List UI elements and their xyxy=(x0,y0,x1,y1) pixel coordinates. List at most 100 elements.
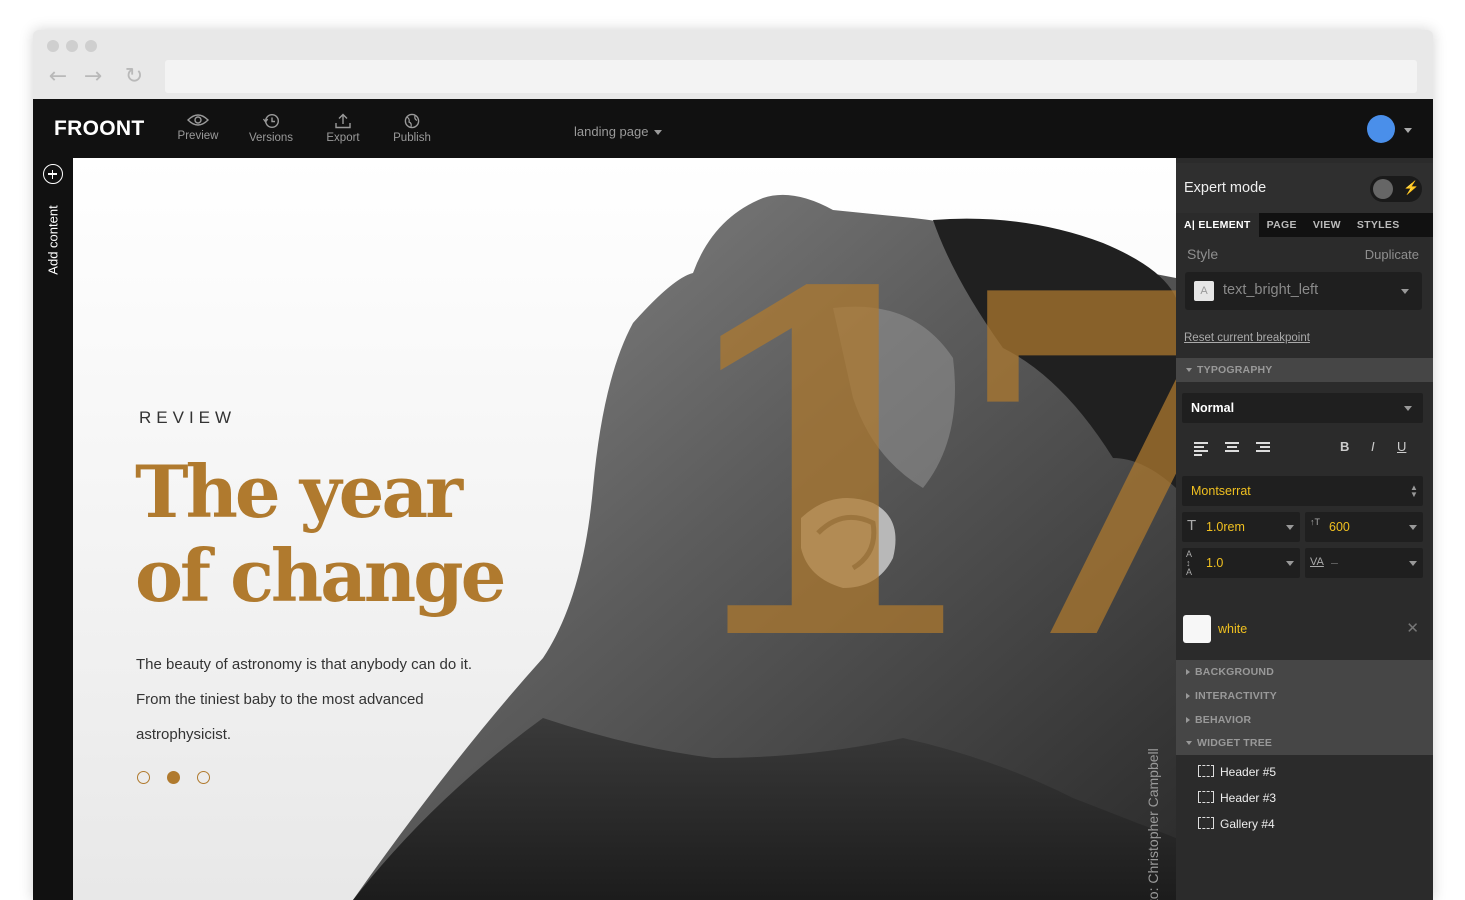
body-line-2: From the tiniest baby to the most advanc… xyxy=(136,691,424,708)
style-select[interactable]: A text_bright_left xyxy=(1185,272,1422,310)
tree-item-gallery-4[interactable]: Gallery #4 xyxy=(1198,817,1275,831)
align-center-icon[interactable] xyxy=(1225,442,1239,454)
widget-frame-icon xyxy=(1198,791,1214,803)
photo-credit: Photo: Christopher Campbell xyxy=(1145,748,1161,900)
upload-icon xyxy=(335,113,351,129)
add-content-plus-icon[interactable] xyxy=(43,164,63,184)
slider-pagination xyxy=(137,771,210,784)
export-button[interactable]: Export xyxy=(308,113,378,144)
widget-frame-icon xyxy=(1198,817,1214,829)
forward-arrow-icon[interactable]: → xyxy=(80,64,106,90)
account-menu-chevron-down-icon[interactable] xyxy=(1404,128,1412,133)
toggle-knob xyxy=(1373,179,1393,199)
preview-button[interactable]: Preview xyxy=(163,113,233,142)
hero-headline[interactable]: The year of change xyxy=(135,450,555,618)
tab-element[interactable]: A| ELEMENT xyxy=(1176,213,1259,237)
eye-icon xyxy=(187,114,209,126)
text-style-value: Normal xyxy=(1191,401,1235,415)
line-height-field[interactable]: A ↕ A 1.0 xyxy=(1182,548,1300,578)
panel-tabs: A| ELEMENT PAGE VIEW STYLES xyxy=(1176,213,1433,237)
font-family-value: Montserrat xyxy=(1191,484,1251,498)
reload-icon[interactable]: ↻ xyxy=(121,64,147,90)
chevron-down-icon xyxy=(1186,741,1192,746)
stepper-icon: ▲ ▼ xyxy=(1410,483,1418,499)
interactivity-section-header[interactable]: INTERACTIVITY xyxy=(1176,684,1433,708)
text-cursor-icon: A| xyxy=(1184,219,1196,231)
font-weight-field[interactable]: ↑T 600 xyxy=(1305,512,1423,542)
headline-line-1: The year xyxy=(135,449,463,534)
background-section-header[interactable]: BACKGROUND xyxy=(1176,660,1433,684)
chevron-down-icon xyxy=(1286,561,1294,566)
browser-window: ← → ↻ FROONT Preview Versions Export Pub… xyxy=(33,30,1433,900)
slider-dot-2[interactable] xyxy=(167,771,180,784)
big-number-17[interactable]: 17 xyxy=(663,233,1176,703)
font-size-value: 1.0rem xyxy=(1206,520,1245,534)
font-size-field[interactable]: T 1.0rem xyxy=(1182,512,1300,542)
history-icon xyxy=(262,113,280,129)
underline-button[interactable]: U xyxy=(1397,439,1406,454)
chevron-right-icon xyxy=(1186,669,1190,676)
chevron-right-icon xyxy=(1186,693,1190,700)
letter-spacing-value: – xyxy=(1331,556,1338,570)
expert-mode-toggle[interactable]: ⚡ xyxy=(1370,176,1422,202)
page-selector[interactable]: landing page xyxy=(574,124,663,139)
widget-tree-section-header[interactable]: WIDGET TREE xyxy=(1176,731,1433,755)
tree-item-header-3[interactable]: Header #3 xyxy=(1198,791,1276,805)
headline-line-2: of change xyxy=(135,533,506,618)
text-style-select[interactable]: Normal xyxy=(1182,393,1423,423)
avatar[interactable] xyxy=(1367,115,1395,143)
style-label: Style xyxy=(1187,246,1219,262)
review-eyebrow[interactable]: REVIEW xyxy=(139,408,236,428)
hero-body-text[interactable]: The beauty of astronomy is that anybody … xyxy=(136,647,516,752)
slider-dot-1[interactable] xyxy=(137,771,150,784)
duplicate-button[interactable]: Duplicate xyxy=(1365,247,1419,262)
chevron-down-icon xyxy=(1401,289,1409,294)
back-arrow-icon[interactable]: ← xyxy=(45,64,71,90)
globe-icon xyxy=(404,113,420,129)
expert-mode-row: Expert mode ⚡ xyxy=(1176,163,1433,213)
close-window-button[interactable] xyxy=(47,40,59,52)
page-selector-label: landing page xyxy=(574,124,649,139)
preview-label: Preview xyxy=(177,130,219,142)
tab-element-label: ELEMENT xyxy=(1198,219,1251,231)
font-size-icon: T xyxy=(1187,517,1197,534)
chevron-down-icon xyxy=(1186,368,1192,373)
font-weight-value: 600 xyxy=(1329,520,1350,534)
minimize-window-button[interactable] xyxy=(66,40,78,52)
tree-item-label: Header #5 xyxy=(1220,765,1277,779)
font-weight-icon: ↑T xyxy=(1310,517,1320,527)
address-bar[interactable] xyxy=(165,60,1417,93)
align-right-icon[interactable] xyxy=(1256,442,1270,454)
tree-item-header-5[interactable]: Header #5 xyxy=(1198,765,1276,779)
background-label: BACKGROUND xyxy=(1195,666,1274,678)
left-rail: Add content xyxy=(33,158,73,900)
tab-page[interactable]: PAGE xyxy=(1259,213,1305,237)
add-content-label[interactable]: Add content xyxy=(46,205,61,274)
bold-button[interactable]: B xyxy=(1340,439,1349,454)
chevron-down-icon xyxy=(1404,406,1412,411)
design-canvas[interactable]: 17 REVIEW The year of change The beauty … xyxy=(73,158,1176,900)
zoom-window-button[interactable] xyxy=(85,40,97,52)
properties-panel: Expert mode ⚡ A| ELEMENT PAGE VIEW STYLE… xyxy=(1176,158,1433,900)
text-color-value: white xyxy=(1218,622,1248,636)
text-color-swatch[interactable] xyxy=(1183,615,1211,643)
slider-dot-3[interactable] xyxy=(197,771,210,784)
font-family-select[interactable]: Montserrat ▲ ▼ xyxy=(1182,476,1423,506)
align-left-icon[interactable] xyxy=(1194,442,1208,458)
chevron-down-icon xyxy=(654,130,663,136)
widget-tree-label: WIDGET TREE xyxy=(1197,737,1273,749)
typography-section-header[interactable]: TYPOGRAPHY xyxy=(1176,358,1433,382)
letter-spacing-field[interactable]: VA – xyxy=(1305,548,1423,578)
publish-button[interactable]: Publish xyxy=(377,113,447,144)
reset-breakpoint-link[interactable]: Reset current breakpoint xyxy=(1184,332,1310,344)
versions-button[interactable]: Versions xyxy=(236,113,306,144)
tab-styles[interactable]: STYLES xyxy=(1349,213,1408,237)
lightning-icon: ⚡ xyxy=(1403,180,1420,195)
italic-button[interactable]: I xyxy=(1371,439,1375,454)
tab-view[interactable]: VIEW xyxy=(1305,213,1349,237)
style-swatch-icon: A xyxy=(1194,281,1214,301)
behavior-section-header[interactable]: BEHAVIOR xyxy=(1176,708,1433,732)
clear-color-icon[interactable]: ✕ xyxy=(1406,619,1419,637)
versions-label: Versions xyxy=(248,132,294,144)
line-height-icon: A ↕ A xyxy=(1186,549,1193,577)
